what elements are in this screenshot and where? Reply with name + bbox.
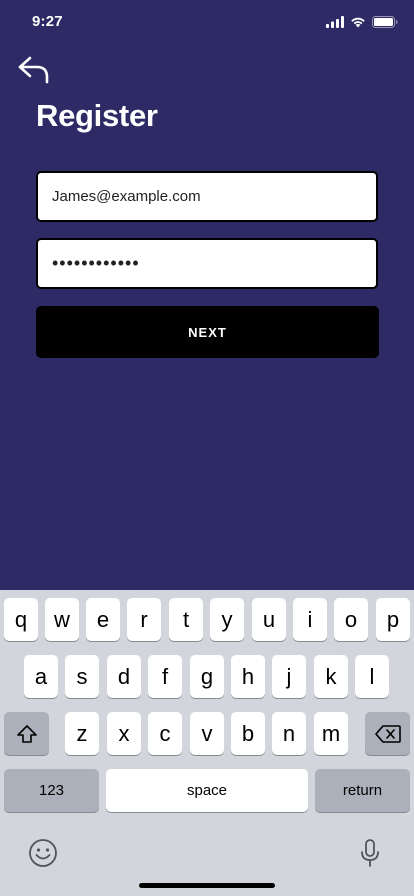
status-bar: 9:27 <box>0 0 414 44</box>
key-b[interactable]: b <box>231 712 265 755</box>
key-c[interactable]: c <box>148 712 182 755</box>
key-r[interactable]: r <box>127 598 161 641</box>
return-key[interactable]: return <box>315 769 410 812</box>
keyboard-row-3: z x c v b n m <box>0 712 414 756</box>
key-y[interactable]: y <box>210 598 244 641</box>
key-k[interactable]: k <box>314 655 348 698</box>
key-n[interactable]: n <box>272 712 306 755</box>
key-w[interactable]: w <box>45 598 79 641</box>
key-x[interactable]: x <box>107 712 141 755</box>
delete-key[interactable] <box>365 712 410 755</box>
key-j[interactable]: j <box>272 655 306 698</box>
space-key[interactable]: space <box>106 769 308 812</box>
back-arrow-icon <box>18 56 49 84</box>
key-u[interactable]: u <box>252 598 286 641</box>
shift-icon <box>16 724 37 743</box>
key-h[interactable]: h <box>231 655 265 698</box>
back-button[interactable] <box>16 54 52 86</box>
microphone-icon <box>361 839 379 867</box>
key-p[interactable]: p <box>376 598 410 641</box>
email-input[interactable] <box>52 188 376 205</box>
battery-icon <box>372 16 398 28</box>
password-input[interactable] <box>52 253 376 274</box>
keyboard-row-4: 123 space return <box>0 769 414 813</box>
key-t[interactable]: t <box>169 598 203 641</box>
key-q[interactable]: q <box>4 598 38 641</box>
key-s[interactable]: s <box>65 655 99 698</box>
status-icons <box>326 15 398 29</box>
page-title: Register <box>36 98 158 133</box>
keyboard-row-1: q w e r t y u i o p <box>0 598 414 642</box>
key-z[interactable]: z <box>65 712 99 755</box>
key-v[interactable]: v <box>190 712 224 755</box>
status-time: 9:27 <box>32 13 63 30</box>
emoji-icon <box>29 839 57 867</box>
key-e[interactable]: e <box>86 598 120 641</box>
keyboard: q w e r t y u i o p a s d f g h j k l z … <box>0 590 414 896</box>
key-l[interactable]: l <box>355 655 389 698</box>
dictation-button[interactable] <box>358 838 382 873</box>
next-button[interactable]: NEXT <box>36 306 379 358</box>
delete-icon <box>374 724 401 743</box>
key-i[interactable]: i <box>293 598 327 641</box>
key-m[interactable]: m <box>314 712 348 755</box>
home-indicator <box>139 883 275 888</box>
key-o[interactable]: o <box>334 598 368 641</box>
key-f[interactable]: f <box>148 655 182 698</box>
emoji-button[interactable] <box>28 838 58 873</box>
shift-key[interactable] <box>4 712 49 755</box>
wifi-icon <box>351 17 365 28</box>
key-g[interactable]: g <box>190 655 224 698</box>
cellular-signal-icon <box>326 16 344 28</box>
keyboard-row-2: a s d f g h j k l <box>0 655 414 699</box>
numbers-key[interactable]: 123 <box>4 769 99 812</box>
email-field[interactable] <box>36 171 378 222</box>
key-a[interactable]: a <box>24 655 58 698</box>
key-d[interactable]: d <box>107 655 141 698</box>
password-field[interactable] <box>36 238 378 289</box>
